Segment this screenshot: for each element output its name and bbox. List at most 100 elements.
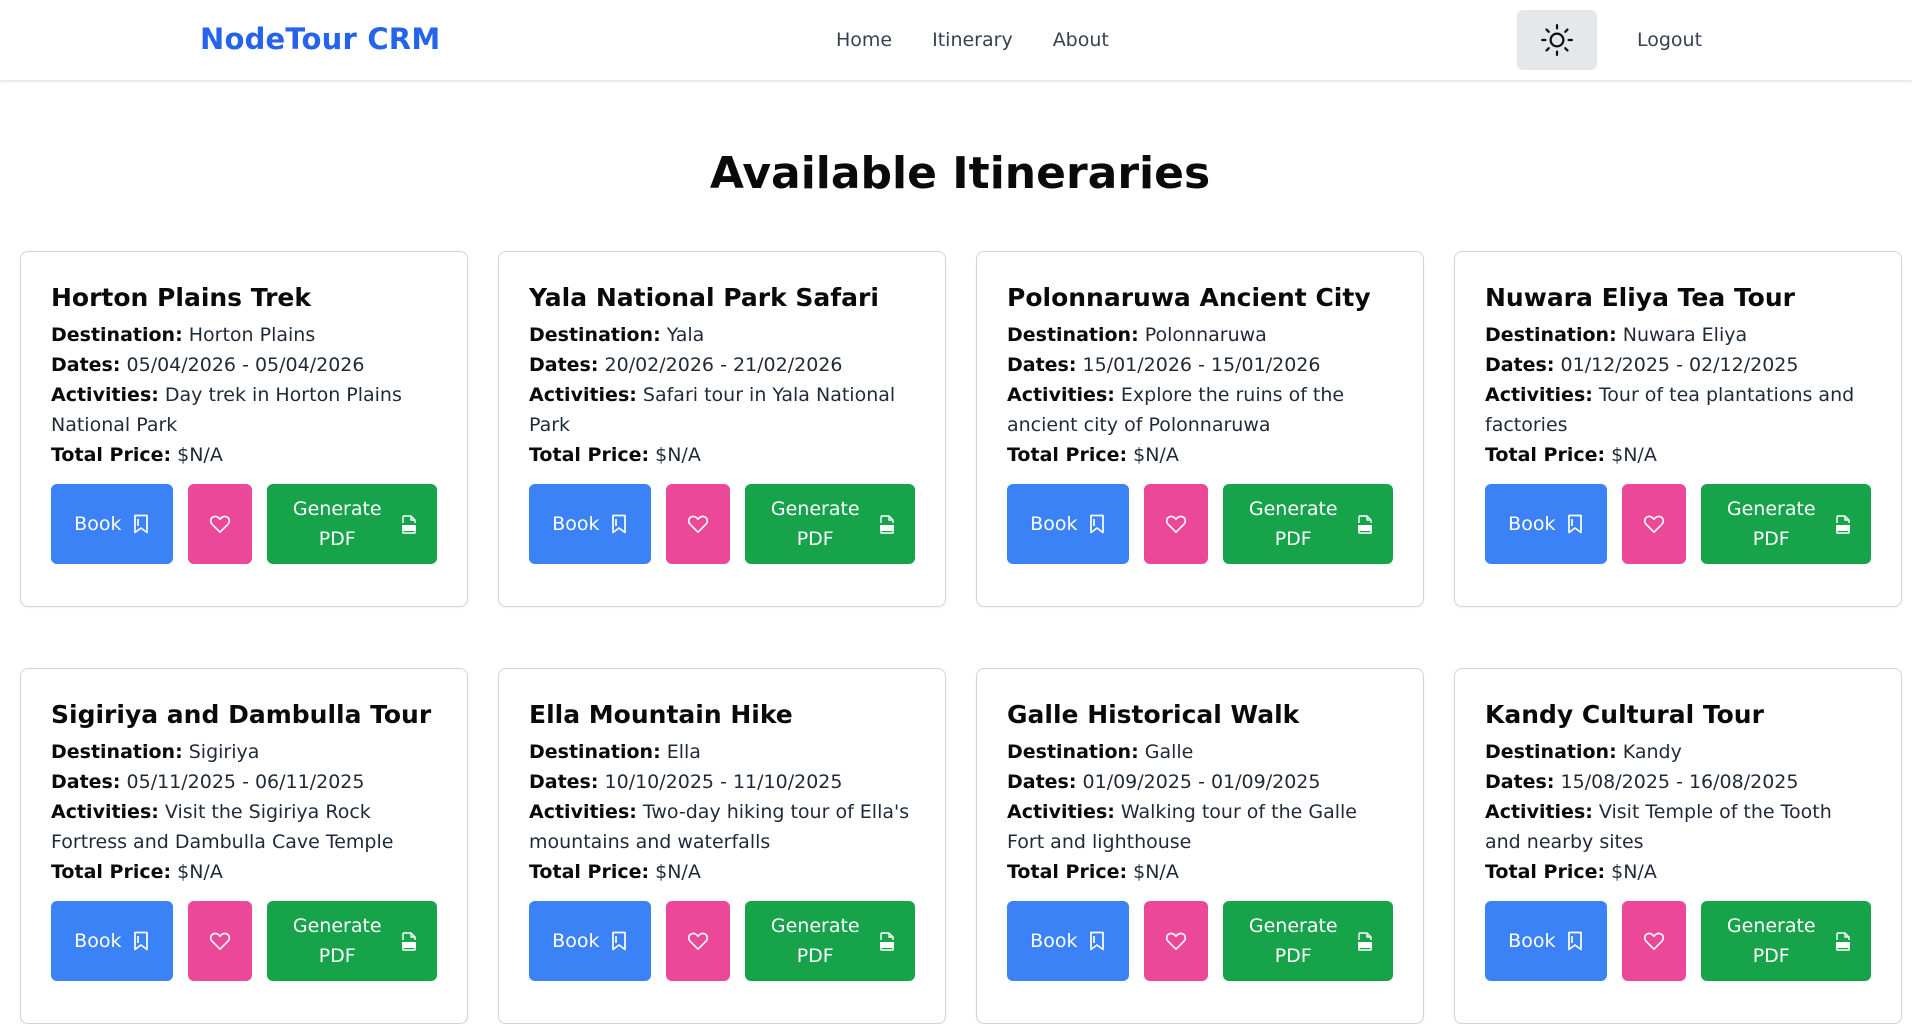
theme-toggle-button[interactable]: [1517, 10, 1597, 70]
pdf-file-icon: [1358, 931, 1373, 951]
activities-label: Activities:: [1007, 801, 1115, 823]
itinerary-total-price: Total Price: $N/A: [1485, 857, 1871, 887]
generate-pdf-label-line2: PDF: [1274, 945, 1312, 967]
card-actions: Book Generate PDF: [1007, 484, 1393, 564]
total-price-label: Total Price:: [51, 444, 172, 466]
destination-label: Destination:: [51, 741, 183, 763]
itinerary-total-price: Total Price: $N/A: [51, 440, 437, 470]
itinerary-title: Polonnaruwa Ancient City: [1007, 283, 1371, 312]
dates-label: Dates:: [529, 771, 599, 793]
total-price-label: Total Price:: [1007, 861, 1128, 883]
generate-pdf-label: Generate PDF: [287, 911, 387, 971]
favorite-button[interactable]: [1621, 901, 1687, 981]
book-button[interactable]: Book: [1485, 484, 1607, 564]
bookmark-icon: [1090, 931, 1105, 951]
book-button[interactable]: Book: [1007, 484, 1129, 564]
sun-icon: [1540, 23, 1574, 57]
card-actions: Book Generate PDF: [51, 484, 437, 564]
activities-label: Activities:: [529, 801, 637, 823]
generate-pdf-button[interactable]: Generate PDF: [745, 484, 915, 564]
itinerary-card: Sigiriya and Dambulla Tour Destination: …: [20, 668, 468, 1024]
nav-home-link[interactable]: Home: [836, 29, 892, 51]
destination-label: Destination:: [51, 324, 183, 346]
generate-pdf-button[interactable]: Generate PDF: [267, 901, 437, 981]
itinerary-card: Nuwara Eliya Tea Tour Destination: Nuwar…: [1454, 251, 1902, 607]
nav-about-link[interactable]: About: [1053, 29, 1109, 51]
itinerary-title: Horton Plains Trek: [51, 283, 311, 312]
destination-value: Horton Plains: [188, 324, 316, 346]
favorite-button[interactable]: [187, 484, 253, 564]
itinerary-destination: Destination: Nuwara Eliya: [1485, 320, 1871, 350]
itinerary-card: Galle Historical Walk Destination: Galle…: [976, 668, 1424, 1024]
favorite-button[interactable]: [665, 484, 731, 564]
generate-pdf-button[interactable]: Generate PDF: [745, 901, 915, 981]
generate-pdf-label: Generate PDF: [1243, 911, 1343, 971]
generate-pdf-label-line2: PDF: [1274, 528, 1312, 550]
dates-value: 10/10/2025 - 11/10/2025: [604, 771, 843, 793]
card-actions: Book Generate PDF: [529, 901, 915, 981]
book-button[interactable]: Book: [1007, 901, 1129, 981]
destination-label: Destination:: [1485, 741, 1617, 763]
favorite-button[interactable]: [1621, 484, 1687, 564]
pdf-file-icon: [880, 514, 895, 534]
itinerary-dates: Dates: 05/04/2026 - 05/04/2026: [51, 350, 437, 380]
heart-icon: [1644, 932, 1665, 950]
nav-itinerary-link[interactable]: Itinerary: [932, 29, 1013, 51]
favorite-button[interactable]: [1143, 484, 1209, 564]
generate-pdf-label: Generate PDF: [1721, 911, 1821, 971]
generate-pdf-button[interactable]: Generate PDF: [1701, 901, 1871, 981]
favorite-button[interactable]: [665, 901, 731, 981]
generate-pdf-button[interactable]: Generate PDF: [267, 484, 437, 564]
book-button-label: Book: [1508, 930, 1556, 952]
top-navbar: NodeTour CRM Home Itinerary About Logout: [0, 0, 1912, 81]
generate-pdf-label-line2: PDF: [796, 528, 834, 550]
book-button[interactable]: Book: [529, 901, 651, 981]
total-price-value: $N/A: [655, 444, 701, 466]
generate-pdf-button[interactable]: Generate PDF: [1223, 901, 1393, 981]
pdf-file-icon: [402, 514, 417, 534]
dates-label: Dates:: [1485, 771, 1555, 793]
itinerary-destination: Destination: Yala: [529, 320, 915, 350]
itinerary-destination: Destination: Ella: [529, 737, 915, 767]
generate-pdf-label-line1: Generate: [292, 915, 382, 937]
book-button[interactable]: Book: [51, 484, 173, 564]
activities-label: Activities:: [51, 384, 159, 406]
favorite-button[interactable]: [1143, 901, 1209, 981]
book-button[interactable]: Book: [529, 484, 651, 564]
heart-icon: [1644, 515, 1665, 533]
destination-value: Galle: [1144, 741, 1194, 763]
itinerary-title: Ella Mountain Hike: [529, 700, 793, 729]
itinerary-destination: Destination: Galle: [1007, 737, 1393, 767]
total-price-label: Total Price:: [1485, 861, 1606, 883]
itinerary-dates: Dates: 01/09/2025 - 01/09/2025: [1007, 767, 1393, 797]
book-button-label: Book: [552, 513, 600, 535]
generate-pdf-button[interactable]: Generate PDF: [1223, 484, 1393, 564]
total-price-value: $N/A: [655, 861, 701, 883]
itinerary-dates: Dates: 01/12/2025 - 02/12/2025: [1485, 350, 1871, 380]
dates-value: 05/11/2025 - 06/11/2025: [126, 771, 365, 793]
itinerary-total-price: Total Price: $N/A: [529, 857, 915, 887]
itinerary-destination: Destination: Polonnaruwa: [1007, 320, 1393, 350]
main-nav: Home Itinerary About: [836, 29, 1109, 51]
activities-label: Activities:: [1485, 801, 1593, 823]
generate-pdf-label-line1: Generate: [770, 915, 860, 937]
dates-value: 15/08/2025 - 16/08/2025: [1560, 771, 1799, 793]
brand-logo[interactable]: NodeTour CRM: [200, 22, 440, 56]
book-button[interactable]: Book: [51, 901, 173, 981]
generate-pdf-label-line1: Generate: [1248, 915, 1338, 937]
favorite-button[interactable]: [187, 901, 253, 981]
itinerary-title: Sigiriya and Dambulla Tour: [51, 700, 432, 729]
itinerary-card: Horton Plains Trek Destination: Horton P…: [20, 251, 468, 607]
generate-pdf-button[interactable]: Generate PDF: [1701, 484, 1871, 564]
total-price-label: Total Price:: [1007, 444, 1128, 466]
card-actions: Book Generate PDF: [1485, 484, 1871, 564]
destination-value: Sigiriya: [188, 741, 260, 763]
logout-link[interactable]: Logout: [1637, 29, 1702, 51]
itinerary-destination: Destination: Kandy: [1485, 737, 1871, 767]
generate-pdf-label-line1: Generate: [1726, 498, 1816, 520]
destination-value: Nuwara Eliya: [1622, 324, 1748, 346]
card-actions: Book Generate PDF: [1485, 901, 1871, 981]
heart-icon: [210, 515, 231, 533]
book-button[interactable]: Book: [1485, 901, 1607, 981]
destination-value: Yala: [666, 324, 705, 346]
